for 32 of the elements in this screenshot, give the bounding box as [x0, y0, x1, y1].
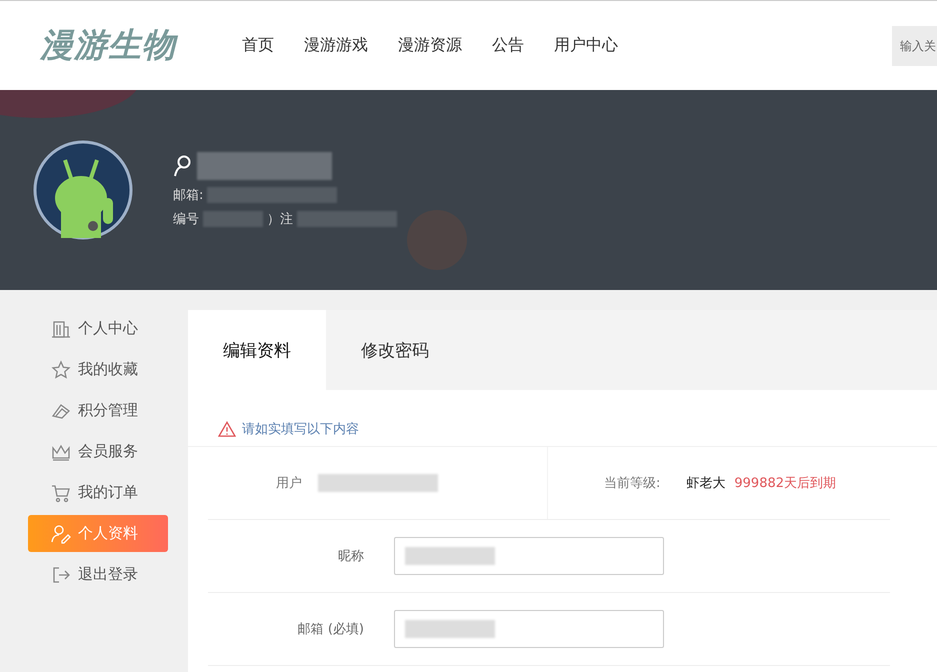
field-label: 昵称 [337, 548, 364, 565]
cart-icon [51, 482, 71, 502]
nav-link[interactable]: 公告 [492, 35, 524, 56]
nav-link[interactable]: 首页 [242, 35, 274, 56]
sidebar-item[interactable]: 我的收藏 [28, 351, 168, 388]
logout-icon [51, 564, 71, 584]
username-label: 用户 [276, 475, 302, 492]
user-edit-icon [51, 524, 71, 544]
sidebar-item[interactable]: 个人中心 [28, 310, 168, 347]
sidebar-item[interactable]: 我的订单 [28, 474, 168, 511]
sidebar-item[interactable]: 会员服务 [28, 433, 168, 470]
tab[interactable]: 修改密码 [326, 310, 464, 390]
sidebar-item[interactable]: 退出登录 [28, 556, 168, 593]
nav-link[interactable]: 用户中心 [554, 35, 618, 56]
building-icon [51, 318, 71, 338]
search-field[interactable]: 输入关 [892, 26, 937, 66]
id-label: 编号 [173, 211, 199, 228]
registered-label: ）注 [267, 211, 293, 228]
notice-text: 请如实填写以下内容 [242, 421, 359, 438]
sidebar-item[interactable]: 积分管理 [28, 392, 168, 429]
expiry-text: 999882天后到期 [734, 475, 836, 492]
email-label: 邮箱: [173, 187, 204, 204]
blurred-text [203, 211, 263, 227]
star-icon [51, 360, 71, 380]
field-label: 邮箱 (必填) [296, 621, 364, 638]
level-label: 当前等级: [604, 475, 660, 492]
level-value: 虾老大 [686, 475, 726, 492]
warning-icon [218, 421, 236, 437]
nav-link[interactable]: 漫游资源 [398, 35, 462, 56]
input-field[interactable] [394, 537, 664, 575]
input-field[interactable] [394, 610, 664, 648]
nav-link[interactable]: 漫游游戏 [304, 35, 368, 56]
